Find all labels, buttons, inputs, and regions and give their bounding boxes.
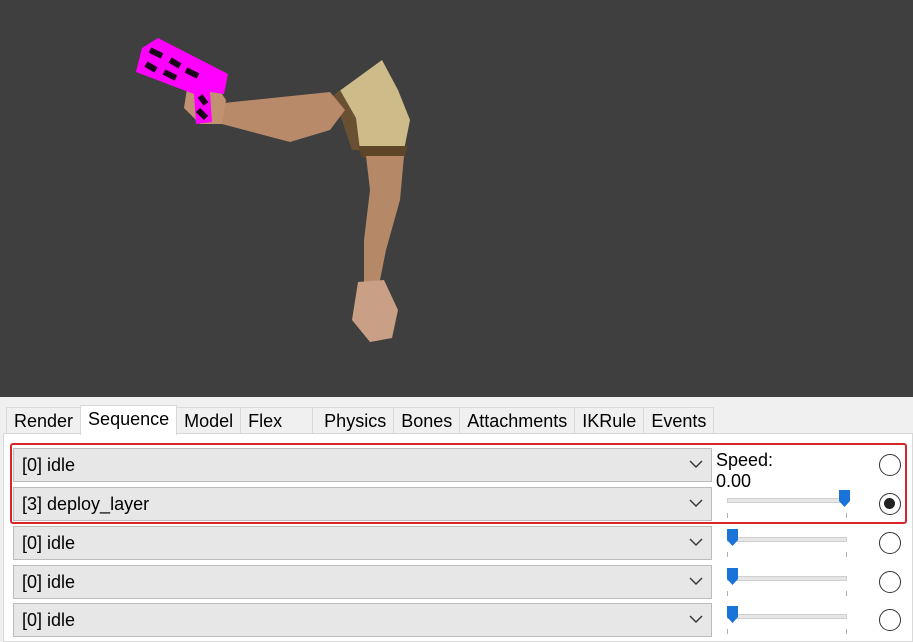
slider-thumb[interactable] xyxy=(839,490,850,507)
forearm-lower xyxy=(364,156,404,292)
tab-physics[interactable]: Physics xyxy=(312,407,395,433)
speed-label: Speed: 0.00 xyxy=(716,450,774,491)
sequence-select[interactable]: [0] idle xyxy=(13,603,712,637)
weight-slider[interactable] xyxy=(727,528,853,558)
sequence-select[interactable]: [3] deploy_layer xyxy=(13,487,712,521)
sequence-select-value: [0] idle xyxy=(22,455,76,475)
chevron-down-icon xyxy=(689,499,703,507)
tab-model[interactable]: Model xyxy=(176,407,242,433)
sequence-radio[interactable] xyxy=(879,454,901,476)
slider-thumb[interactable] xyxy=(727,529,738,546)
sequence-row: [0] idle xyxy=(11,601,913,637)
tab-bar: Render Sequence Model Flex Physics Bones… xyxy=(6,405,715,435)
tab-ikrule[interactable]: IKRule xyxy=(574,407,645,433)
sequence-row: [0] idle xyxy=(11,446,913,482)
sequence-radio[interactable] xyxy=(879,532,901,554)
slider-tick xyxy=(846,629,847,634)
tab-render[interactable]: Render xyxy=(6,407,82,433)
chevron-down-icon xyxy=(689,577,703,585)
slider-track xyxy=(727,537,847,542)
weight-slider[interactable] xyxy=(727,567,853,597)
sequence-radio[interactable] xyxy=(879,609,901,631)
sequence-row: [0] idle xyxy=(11,563,913,599)
slider-tick xyxy=(727,513,728,518)
sequence-select-value: [0] idle xyxy=(22,572,76,592)
chevron-down-icon xyxy=(689,538,703,546)
weight-slider[interactable] xyxy=(727,489,853,519)
weight-slider[interactable] xyxy=(727,605,853,635)
sequence-select-value: [0] idle xyxy=(22,610,76,630)
slider-tick xyxy=(727,591,728,596)
sequence-select-value: [3] deploy_layer xyxy=(22,494,150,514)
tab-flex[interactable]: Flex xyxy=(240,407,314,433)
tab-sequence[interactable]: Sequence xyxy=(80,405,178,435)
slider-tick xyxy=(727,629,728,634)
slider-track xyxy=(727,614,847,619)
model-render xyxy=(136,38,410,342)
sequence-row: [3] deploy_layer xyxy=(11,485,913,521)
sequence-select[interactable]: [0] idle xyxy=(13,448,712,482)
slider-tick xyxy=(846,591,847,596)
tab-attachments[interactable]: Attachments xyxy=(459,407,576,433)
slider-thumb[interactable] xyxy=(727,606,738,623)
sequence-select[interactable]: [0] idle xyxy=(13,526,712,560)
slider-tick xyxy=(846,513,847,518)
forearm-upper xyxy=(214,92,345,142)
sequence-select-value: [0] idle xyxy=(22,533,76,553)
hand-lower xyxy=(352,280,398,342)
slider-track xyxy=(727,498,847,503)
tab-bones[interactable]: Bones xyxy=(393,407,461,433)
sequence-select[interactable]: [0] idle xyxy=(13,565,712,599)
sequence-radio[interactable] xyxy=(879,493,901,515)
slider-tick xyxy=(727,552,728,557)
slider-track xyxy=(727,576,847,581)
slider-tick xyxy=(846,552,847,557)
chevron-down-icon xyxy=(689,615,703,623)
model-viewport[interactable] xyxy=(0,0,913,397)
slider-thumb[interactable] xyxy=(727,568,738,585)
chevron-down-icon xyxy=(689,460,703,468)
sequence-row: [0] idle xyxy=(11,524,913,560)
tab-events[interactable]: Events xyxy=(643,407,715,433)
sequence-radio[interactable] xyxy=(879,571,901,593)
